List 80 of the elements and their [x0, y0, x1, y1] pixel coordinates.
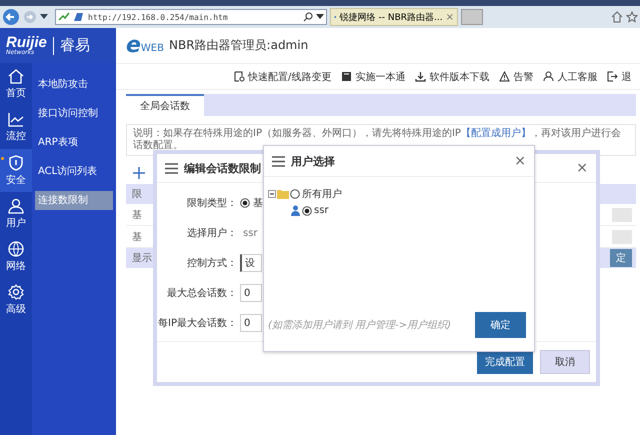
cancel-button[interactable]: 取消: [540, 350, 590, 374]
shield-icon: [8, 154, 24, 170]
toolbar-link[interactable]: 实施一本通: [341, 70, 406, 84]
tab-title: 锐捷网络 -- NBR路由器...: [340, 12, 443, 24]
field-label: 限制类型：: [186, 196, 237, 210]
download-icon: [415, 71, 426, 82]
warning-icon: [499, 71, 510, 82]
toolbar-link[interactable]: 退: [607, 70, 632, 84]
menu-icon: [165, 162, 178, 174]
dialog-title: 用户选择: [291, 154, 335, 168]
footer-text: 显示: [132, 252, 152, 265]
settings-icon: [8, 284, 24, 300]
compatibility-icon: [58, 12, 70, 22]
nav-item[interactable]: 流控: [0, 106, 32, 149]
document-gear-icon: [234, 71, 245, 82]
submenu-item[interactable]: 本地防攻击: [35, 75, 113, 94]
input-field[interactable]: 0: [240, 284, 262, 302]
tab[interactable]: 全局会话数: [126, 94, 204, 116]
address-field[interactable]: http://192.168.0.254/main.htm: [55, 9, 327, 25]
tree-item-label[interactable]: ssr: [314, 205, 329, 216]
close-button[interactable]: ×: [446, 12, 454, 22]
confirm-button[interactable]: 确定: [475, 312, 526, 338]
nav-item[interactable]: 高级: [0, 278, 32, 321]
radio-button[interactable]: [240, 198, 250, 208]
tree-item-label[interactable]: 所有用户: [302, 186, 342, 200]
toolbar-link[interactable]: 快速配置/线路变更: [234, 70, 332, 84]
field-label: 每IP最大会话数：: [157, 316, 237, 330]
nav-item[interactable]: 网络: [0, 235, 32, 278]
star-icon[interactable]: [626, 11, 638, 23]
field-label: 选择用户：: [186, 226, 237, 240]
user-icon: [543, 71, 554, 82]
toolbar-link[interactable]: 人工客服: [543, 70, 598, 84]
home-icon[interactable]: [611, 11, 623, 23]
dropdown-icon[interactable]: [40, 14, 48, 20]
add-icon[interactable]: [133, 167, 145, 179]
table-cell-text: 限: [132, 188, 142, 201]
field-value: ssr: [243, 228, 258, 238]
browser-tab[interactable]: 锐捷网络 -- NBR路由器... ×: [330, 8, 458, 26]
submenu-item[interactable]: ARP表项: [35, 133, 113, 152]
eweb-logo-mark: e: [126, 34, 141, 56]
chart-icon: [8, 112, 24, 127]
logo-text: Ruijie: [6, 35, 47, 50]
menu-icon: [272, 156, 285, 166]
exit-icon: [607, 71, 618, 82]
radio-button[interactable]: [290, 188, 300, 198]
radio-button[interactable]: [302, 206, 312, 216]
finish-button[interactable]: 完成配置: [477, 350, 533, 374]
nav-item[interactable]: 用户: [0, 192, 32, 235]
expand-toggle[interactable]: [268, 190, 276, 198]
confirm-button[interactable]: 定: [610, 249, 632, 267]
nav-item[interactable]: 安全: [0, 149, 32, 192]
page-title: NBR路由器管理员:admin: [169, 37, 308, 54]
back-icon[interactable]: [2, 8, 20, 26]
user-icon: [8, 198, 24, 214]
toolbar-link[interactable]: 软件版本下载: [415, 70, 490, 84]
table-cell-text: 基: [132, 208, 142, 222]
dialog-title: 编辑会话数限制: [184, 160, 261, 176]
close-button[interactable]: ×: [514, 153, 526, 169]
home-icon: [8, 69, 24, 84]
submenu-item[interactable]: ACL访问列表: [35, 162, 113, 181]
hint-text: (如需添加用户请到 用户管理->用户组织): [268, 318, 452, 332]
link[interactable]: 【配置成用户】: [460, 128, 531, 139]
toolbar-link[interactable]: 告警: [499, 70, 534, 84]
person-icon: [290, 205, 301, 216]
radio-label: 基: [253, 196, 263, 210]
folder-icon: [277, 188, 289, 198]
nav-item[interactable]: 首页: [0, 63, 32, 106]
site-icon: [73, 12, 85, 22]
submenu-item[interactable]: 接口访问控制: [35, 104, 113, 123]
book-icon: [341, 71, 352, 82]
eweb-logo-text: WEB: [140, 42, 164, 54]
dropdown-icon[interactable]: [316, 14, 324, 20]
field-label: 最大总会话数：: [166, 286, 237, 300]
close-button[interactable]: ×: [576, 160, 588, 176]
globe-icon: [8, 240, 24, 256]
field-label: 控制方式：: [186, 256, 237, 270]
search-icon[interactable]: [303, 12, 313, 22]
brand-name: 睿易: [60, 36, 90, 55]
input-field[interactable]: 0: [240, 314, 262, 332]
table-cell-text: 基: [132, 230, 142, 244]
